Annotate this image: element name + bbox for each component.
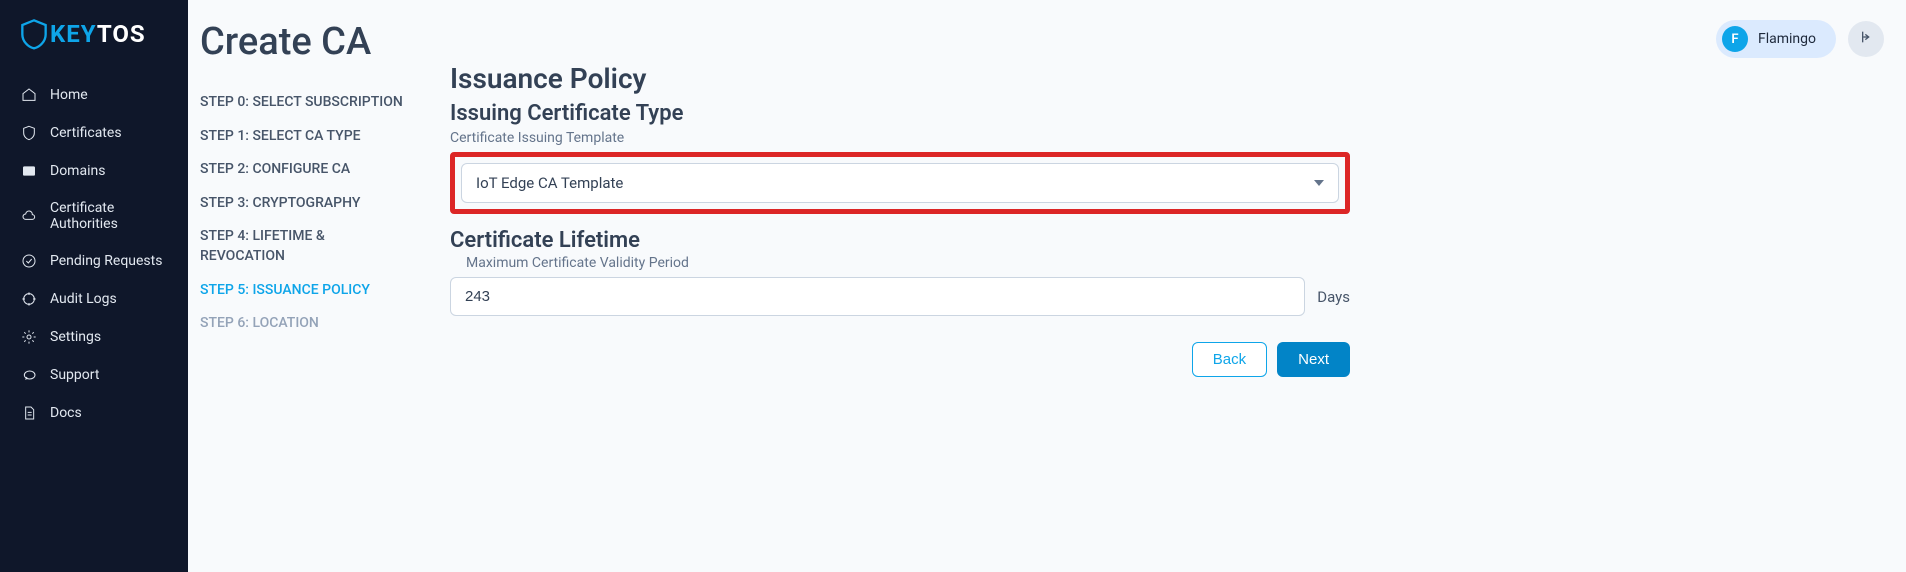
- sidebar: KEYTOS Home Certificates Domains Certifi…: [0, 0, 188, 572]
- form-column: Issuance Policy Issuing Certificate Type…: [450, 20, 1350, 377]
- sidebar-item-label: Certificates: [50, 125, 122, 141]
- step-0[interactable]: STEP 0: SELECT SUBSCRIPTION: [200, 86, 410, 120]
- avatar: F: [1722, 26, 1748, 52]
- step-1[interactable]: STEP 1: SELECT CA TYPE: [200, 120, 410, 154]
- sidebar-item-domains[interactable]: Domains: [0, 152, 188, 190]
- template-highlight: IoT Edge CA Template: [450, 152, 1350, 214]
- nav-list: Home Certificates Domains Certificate Au…: [0, 72, 188, 436]
- gear-icon: [20, 328, 38, 346]
- crosshair-icon: [20, 290, 38, 308]
- step-2[interactable]: STEP 2: CONFIGURE CA: [200, 153, 410, 187]
- steps-column: Create CA STEP 0: SELECT SUBSCRIPTION ST…: [200, 20, 410, 377]
- user-name: Flamingo: [1758, 31, 1816, 47]
- template-label: Certificate Issuing Template: [450, 130, 1350, 146]
- step-3[interactable]: STEP 3: CRYPTOGRAPHY: [200, 187, 410, 221]
- lifetime-label: Maximum Certificate Validity Period: [466, 255, 1350, 271]
- brand-logo[interactable]: KEYTOS: [0, 0, 188, 72]
- template-value: IoT Edge CA Template: [476, 174, 623, 192]
- sidebar-item-label: Home: [50, 87, 88, 103]
- brand-text: KEYTOS: [50, 20, 146, 48]
- sidebar-item-home[interactable]: Home: [0, 76, 188, 114]
- document-icon: [20, 404, 38, 422]
- sidebar-item-label: Settings: [50, 329, 101, 345]
- lifetime-input[interactable]: [450, 277, 1305, 316]
- sidebar-item-pending[interactable]: Pending Requests: [0, 242, 188, 280]
- chat-icon: [20, 366, 38, 384]
- main-content: F Flamingo Create CA STEP 0: SELECT SUBS…: [188, 0, 1906, 572]
- next-button[interactable]: Next: [1277, 342, 1350, 377]
- shield-check-icon: [20, 124, 38, 142]
- sidebar-item-label: Pending Requests: [50, 253, 162, 269]
- chevron-down-icon: [1314, 180, 1324, 186]
- logout-icon: [1858, 29, 1874, 49]
- step-4[interactable]: STEP 4: LIFETIME & REVOCATION: [200, 220, 410, 273]
- shield-icon: [20, 18, 48, 50]
- lifetime-row: Days: [450, 277, 1350, 316]
- button-row: Back Next: [450, 342, 1350, 377]
- logout-button[interactable]: [1848, 21, 1884, 57]
- content-grid: Create CA STEP 0: SELECT SUBSCRIPTION ST…: [188, 0, 1906, 377]
- topbar: F Flamingo: [1716, 20, 1884, 58]
- sidebar-item-label: Support: [50, 367, 99, 383]
- step-5[interactable]: STEP 5: ISSUANCE POLICY: [200, 274, 410, 308]
- home-icon: [20, 86, 38, 104]
- step-6: STEP 6: LOCATION: [200, 307, 410, 341]
- sidebar-item-certificates[interactable]: Certificates: [0, 114, 188, 152]
- sidebar-item-label: Certificate Authorities: [50, 200, 168, 232]
- sidebar-item-label: Domains: [50, 163, 105, 179]
- sidebar-item-cas[interactable]: Certificate Authorities: [0, 190, 188, 242]
- cloud-icon: [20, 207, 38, 225]
- sidebar-item-label: Docs: [50, 405, 82, 421]
- wizard-steps: STEP 0: SELECT SUBSCRIPTION STEP 1: SELE…: [200, 86, 410, 341]
- lifetime-title: Certificate Lifetime: [450, 228, 1350, 253]
- page-title: Create CA: [200, 20, 410, 64]
- id-card-icon: [20, 162, 38, 180]
- sidebar-item-label: Audit Logs: [50, 291, 117, 307]
- lifetime-unit: Days: [1317, 288, 1350, 306]
- sidebar-item-docs[interactable]: Docs: [0, 394, 188, 432]
- section-title: Issuance Policy: [450, 62, 1350, 95]
- sidebar-item-audit[interactable]: Audit Logs: [0, 280, 188, 318]
- user-menu[interactable]: F Flamingo: [1716, 20, 1836, 58]
- cert-type-title: Issuing Certificate Type: [450, 101, 1350, 126]
- sidebar-item-settings[interactable]: Settings: [0, 318, 188, 356]
- sidebar-item-support[interactable]: Support: [0, 356, 188, 394]
- check-circle-icon: [20, 252, 38, 270]
- back-button[interactable]: Back: [1192, 342, 1267, 377]
- template-select[interactable]: IoT Edge CA Template: [461, 163, 1339, 203]
